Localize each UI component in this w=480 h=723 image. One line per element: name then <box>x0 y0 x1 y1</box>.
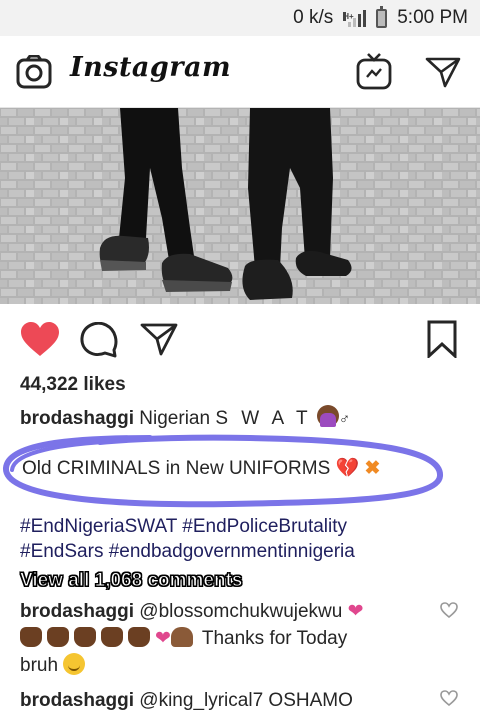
app-logo: Instagram <box>70 52 232 83</box>
comment-username[interactable]: brodashaggi <box>20 690 134 711</box>
hashtag-line[interactable]: #EndSars #endbadgovernmentinnigeria <box>20 539 355 564</box>
clock: 5:00 PM <box>397 7 468 28</box>
network-speed: 0 k/s <box>293 7 334 28</box>
app-header: Instagram <box>0 36 480 108</box>
comment-like-heart-icon[interactable] <box>440 602 458 618</box>
broken-heart-emoji-icon: 💔 <box>335 458 360 479</box>
raised-fist-emoji-icon <box>47 627 69 647</box>
male-sign: ♂ <box>338 411 351 428</box>
post-photo[interactable] <box>0 108 480 304</box>
hashtag-line[interactable]: #EndNigeriaSWAT #EndPoliceBrutality <box>20 514 355 539</box>
raised-fist-emoji-icon <box>74 627 96 647</box>
raised-fist-emoji-icon <box>20 627 42 647</box>
igtv-icon[interactable] <box>356 52 392 90</box>
status-bar: 0 k/s H+ 5:00 PM <box>0 0 480 36</box>
network-type: H+ <box>343 12 354 21</box>
comment-mention[interactable]: @blossomchukwujekwu <box>139 601 342 622</box>
highlighted-caption-line: Old CRIMINALS in New UNIFORMS 💔 ✖ <box>22 456 380 480</box>
heart-icon[interactable] <box>20 322 60 358</box>
comment-like-heart-icon[interactable] <box>440 690 458 706</box>
caption: brodashaggi Nigerian S W A T ♂ <box>20 405 350 430</box>
woman-facepalming-emoji-icon <box>316 405 339 427</box>
direct-message-icon[interactable] <box>425 56 461 88</box>
cross-mark-emoji-icon: ✖ <box>364 458 381 479</box>
comment-text: Thanks for Today <box>201 628 348 649</box>
share-icon[interactable] <box>140 322 178 356</box>
caption-username[interactable]: brodashaggi <box>20 408 134 429</box>
comment-text: OSHAMO <box>268 690 353 711</box>
raised-fist-emoji-icon <box>101 627 123 647</box>
signal-icon: H+ <box>343 9 367 27</box>
highlighted-text: Old CRIMINALS in New UNIFORMS <box>22 458 331 479</box>
heart-emoji-icon: ❤ <box>347 601 364 622</box>
comment-text-continued: bruh <box>20 655 59 676</box>
comment-item: brodashaggi @blossomchukwujekwu ❤ ❤ Than… <box>20 598 430 679</box>
comment-username[interactable]: brodashaggi <box>20 601 134 622</box>
caption-text: Nigerian <box>139 408 211 429</box>
comment-mention[interactable]: @king_lyrical7 <box>139 690 263 711</box>
hashtags: #EndNigeriaSWAT #EndPoliceBrutality #End… <box>20 514 355 564</box>
post-actions <box>0 314 480 368</box>
view-all-comments-link[interactable]: View all 1,068 comments <box>20 570 243 592</box>
comment-icon[interactable] <box>80 322 118 358</box>
caption-spaced-text: S W A T <box>215 408 312 429</box>
raising-hands-emoji-icon <box>170 627 193 647</box>
likes-count[interactable]: 44,322 likes <box>20 374 126 396</box>
camera-icon[interactable] <box>16 55 52 89</box>
comment-item: brodashaggi @king_lyrical7 OSHAMO <box>20 687 430 714</box>
pink-heart-emoji-icon: ❤ <box>155 628 171 649</box>
battery-icon <box>376 5 388 28</box>
bookmark-icon[interactable] <box>426 320 458 358</box>
raised-fist-emoji-icon <box>128 627 150 647</box>
smiling-face-emoji-icon <box>63 653 86 675</box>
